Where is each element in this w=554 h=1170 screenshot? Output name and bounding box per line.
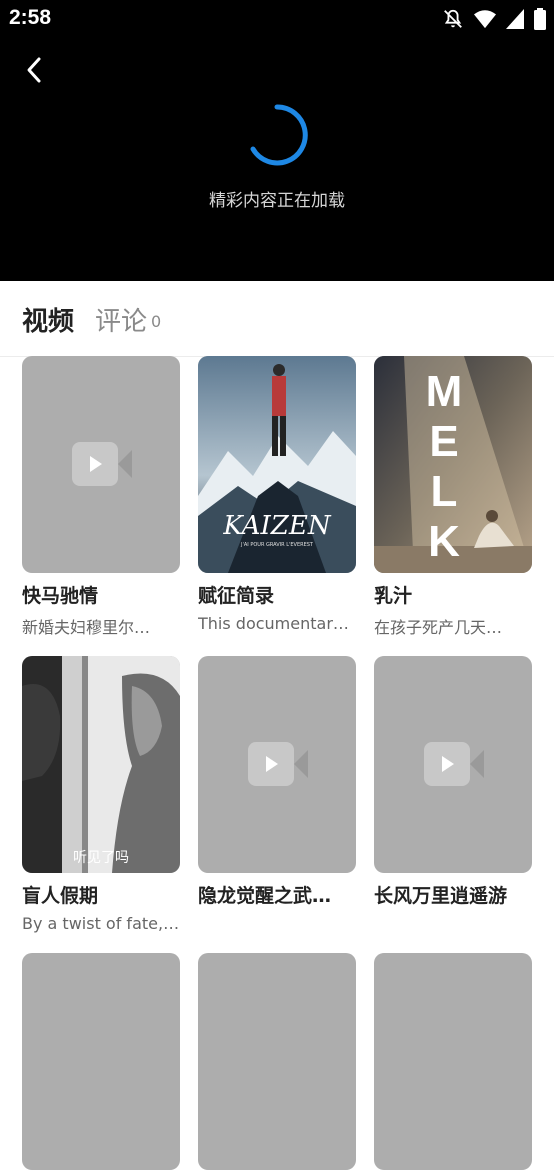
video-camera-icon [72, 442, 132, 486]
video-title: 快马驰情 [22, 585, 99, 607]
video-thumbnail[interactable]: 听见了吗 [22, 656, 180, 873]
video-title: 乳汁 [374, 585, 413, 607]
video-card[interactable] [22, 953, 180, 1170]
back-arrow-icon[interactable] [20, 55, 50, 85]
video-thumbnail[interactable] [374, 953, 532, 1170]
video-card[interactable]: 听见了吗 盲人假期 By a twist of fate, … [22, 656, 180, 933]
wifi-icon [474, 10, 496, 29]
video-card[interactable]: KAIZEN J'AI POUR GRAVIR L'EVEREST 赋征简录 T… [198, 356, 356, 633]
video-camera-icon [424, 742, 484, 786]
video-card[interactable] [374, 953, 532, 1170]
battery-icon [534, 8, 546, 30]
video-camera-icon [248, 742, 308, 786]
poster-mountain-climber: KAIZEN J'AI POUR GRAVIR L'EVEREST [198, 356, 356, 573]
video-title: 隐龙觉醒之武… [198, 885, 332, 907]
cell-signal-icon [506, 9, 524, 29]
video-description: 新婚夫妇穆里尔… [22, 618, 151, 637]
loading-text: 精彩内容正在加载 [209, 191, 345, 211]
status-bar: 2:58 [0, 0, 554, 38]
video-description: 在孩子死产几天… [374, 618, 503, 637]
video-thumbnail[interactable] [198, 953, 356, 1170]
video-card[interactable] [198, 953, 356, 1170]
poster-melk-title-l: L [431, 467, 458, 516]
video-thumbnail[interactable] [22, 356, 180, 573]
tab-video[interactable]: 视频 [22, 301, 74, 338]
video-description: By a twist of fate, … [22, 914, 180, 933]
poster-melk-title-e: E [429, 417, 458, 466]
poster-kaizen-tagline: J'AI POUR GRAVIR L'EVEREST [240, 542, 314, 548]
poster-blind-holiday: 听见了吗 [22, 656, 180, 873]
poster-melk-title-m: M [426, 367, 463, 416]
poster-blind-subtitle: 听见了吗 [73, 850, 129, 866]
video-description: This documentary… [198, 614, 356, 633]
status-icons [442, 8, 546, 30]
poster-melk: M E L K [374, 356, 532, 573]
video-title: 盲人假期 [22, 885, 99, 907]
video-title: 长风万里逍遥游 [374, 885, 508, 907]
video-thumbnail[interactable]: KAIZEN J'AI POUR GRAVIR L'EVEREST [198, 356, 356, 573]
comment-count: 0 [151, 312, 162, 331]
video-title: 赋征简录 [198, 585, 275, 607]
video-card[interactable]: 隐龙觉醒之武… [198, 656, 356, 908]
video-card[interactable]: M E L K 乳汁 在孩子死产几天… [374, 356, 532, 638]
video-thumbnail[interactable]: M E L K [374, 356, 532, 573]
video-player[interactable]: 2:58 精彩内容正在加载 [0, 0, 554, 281]
video-card[interactable]: 长风万里逍遥游 [374, 656, 532, 908]
status-time: 2:58 [9, 6, 52, 29]
tab-bar: 视频 评论 0 [0, 281, 554, 357]
video-thumbnail[interactable] [374, 656, 532, 873]
poster-melk-title-k: K [428, 517, 460, 566]
video-thumbnail[interactable] [22, 953, 180, 1170]
video-card[interactable]: 快马驰情 新婚夫妇穆里尔… [22, 356, 180, 638]
notifications-off-icon [444, 9, 462, 28]
loading-spinner-icon [250, 104, 308, 166]
poster-kaizen-logo: KAIZEN [222, 511, 331, 541]
video-thumbnail[interactable] [198, 656, 356, 873]
tab-comment[interactable]: 评论 [95, 301, 147, 338]
